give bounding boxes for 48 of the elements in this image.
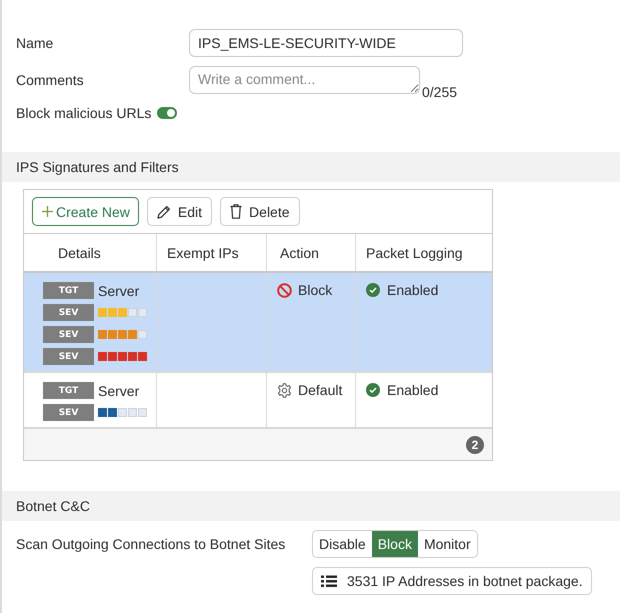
create-new-button[interactable]: Create New: [32, 197, 139, 226]
plus-icon: [42, 206, 53, 217]
prohibited-icon: [277, 283, 292, 298]
char-counter: 0/255: [422, 84, 458, 100]
check-circle-icon: [366, 383, 380, 397]
severity-square: [118, 408, 127, 417]
field-label: Comments: [16, 72, 85, 88]
action-text: Block: [298, 282, 332, 298]
severity-square: [128, 408, 137, 417]
tag-badge: TGT: [43, 382, 94, 399]
status-text: Enabled: [387, 382, 438, 398]
column-header[interactable]: Exempt IPs: [157, 234, 267, 271]
trash-icon: [230, 204, 242, 219]
severity-square: [138, 308, 147, 317]
list-icon: [321, 574, 337, 588]
botnet-package-button[interactable]: 3531 IP Addresses in botnet package.: [312, 567, 592, 595]
section-header: IPS Signatures and Filters: [2, 152, 620, 182]
delete-button[interactable]: Delete: [220, 197, 300, 226]
column-header[interactable]: Details: [24, 234, 157, 271]
segment-button[interactable]: Block: [372, 531, 418, 557]
table-row[interactable]: TGT Server SEV Default Enabled: [24, 373, 492, 429]
column-header[interactable]: Packet Logging: [356, 234, 492, 271]
comment-field[interactable]: Write a comment...: [189, 66, 420, 94]
status-text: Enabled: [387, 282, 438, 298]
check-circle-icon: [366, 283, 380, 297]
tag-badge: TGT: [43, 282, 94, 299]
name-field[interactable]: IPS_EMS-LE-SECURITY-WIDE: [189, 29, 463, 57]
count-badge: 2: [466, 436, 484, 454]
tag-badge: SEV: [43, 326, 94, 343]
target-text: Server: [98, 282, 140, 298]
pencil-icon: [156, 204, 171, 218]
edit-button[interactable]: Edit: [146, 197, 212, 226]
field-label: Block malicious URLs: [16, 105, 152, 121]
tag-badge: SEV: [43, 404, 94, 421]
field-label: Scan Outgoing Connections to Botnet Sites: [16, 535, 286, 554]
tag-badge: SEV: [43, 348, 94, 365]
section-header: Botnet C&C: [2, 491, 620, 521]
action-text: Default: [298, 382, 342, 398]
target-text: Server: [98, 382, 140, 398]
field-label: Name: [16, 35, 54, 51]
table-row[interactable]: TGT Server SEV SEV SEV Block Enabled: [24, 273, 492, 373]
gear-icon: [277, 383, 292, 398]
severity-square: [128, 308, 137, 317]
toggle-switch[interactable]: [157, 107, 178, 119]
severity-square: [138, 408, 147, 417]
severity-square: [138, 330, 147, 339]
tag-badge: SEV: [43, 304, 94, 321]
column-header[interactable]: Action: [267, 234, 356, 271]
